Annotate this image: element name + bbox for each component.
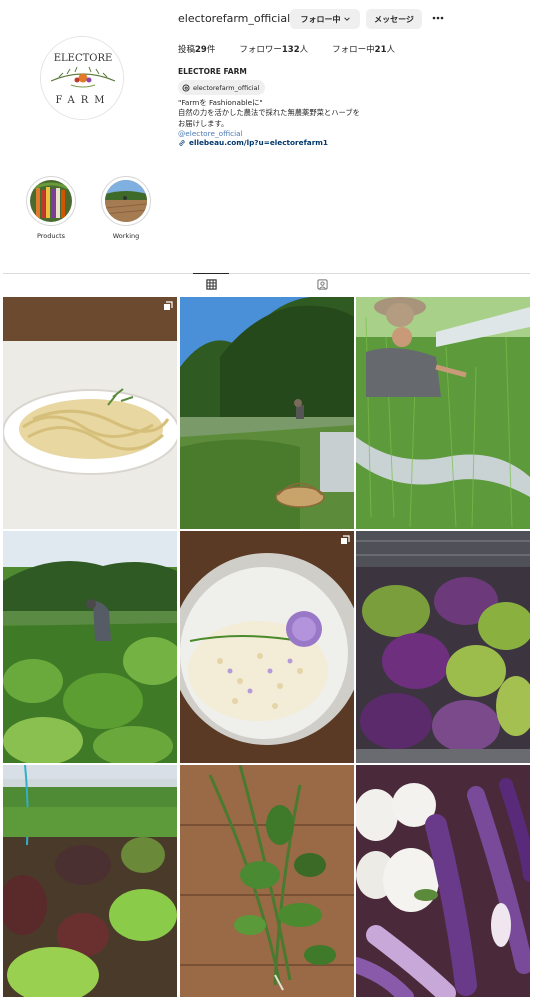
- tab-posts[interactable]: [193, 273, 229, 295]
- post-tile[interactable]: [179, 297, 354, 529]
- post-tile[interactable]: [356, 531, 530, 763]
- followers-count: 132: [281, 45, 300, 55]
- profile-stats: 投稿29件 フォロワー132人 フォロー中21人: [178, 43, 395, 55]
- highlight-cover: [105, 180, 147, 222]
- tab-tagged[interactable]: [304, 273, 340, 295]
- highlight-cover: [30, 180, 72, 222]
- highlight-working[interactable]: Working: [101, 176, 151, 240]
- threads-badge[interactable]: electorefarm_official: [178, 80, 266, 95]
- posts-grid: [3, 297, 530, 997]
- profile-avatar[interactable]: ELECTORE FARM: [40, 36, 124, 120]
- more-options-icon[interactable]: [430, 10, 446, 26]
- followers-stat[interactable]: フォロワー132人: [239, 43, 308, 55]
- multi-image-icon: [164, 301, 173, 310]
- highlight-products[interactable]: Products: [26, 176, 76, 240]
- post-image-harvesting: [356, 297, 530, 529]
- post-tile[interactable]: [3, 297, 177, 529]
- highlight-ring: [101, 176, 151, 226]
- message-button[interactable]: メッセージ: [366, 9, 422, 29]
- posts-stat: 投稿29件: [178, 43, 215, 55]
- bio-line: 自然の力を活かした農法で採れた無農薬野菜とハーブを: [178, 108, 360, 118]
- post-image-lettuce: [3, 765, 177, 997]
- highlight-label: Working: [112, 232, 140, 240]
- post-image-herbs: [179, 765, 354, 997]
- bio-line: お届けします。: [178, 118, 229, 128]
- post-image-eggplants: [356, 765, 530, 997]
- highlight-ring: [26, 176, 76, 226]
- post-image-pasta: [3, 297, 177, 529]
- posts-count: 29: [195, 45, 207, 55]
- post-image-kale: [356, 531, 530, 763]
- highlight-label: Products: [36, 232, 66, 240]
- external-link[interactable]: ellebeau.com/lp?u=electorefarm1: [178, 138, 328, 147]
- following-label: フォロー中: [332, 45, 375, 55]
- post-image-zucchini-field: [3, 531, 177, 763]
- message-button-label: メッセージ: [374, 14, 414, 24]
- threads-icon: [182, 84, 190, 91]
- farm-logo: ELECTORE FARM: [41, 37, 123, 119]
- profile-full-name: ELECTORE FARM: [178, 67, 247, 76]
- post-image-risotto: [179, 531, 354, 763]
- followers-label: フォロワー: [239, 45, 282, 55]
- avatar-logo-top-text: ELECTORE: [54, 53, 113, 64]
- multi-image-icon: [340, 535, 350, 544]
- avatar-logo-bottom-text: FARM: [55, 95, 110, 106]
- external-link-text: ellebeau.com/lp?u=electorefarm1: [189, 138, 328, 147]
- following-button[interactable]: フォロー中: [290, 9, 360, 29]
- post-tile[interactable]: [3, 531, 177, 763]
- chevron-down-icon: [343, 17, 350, 21]
- following-count: 21: [374, 45, 387, 55]
- posts-unit: 件: [206, 45, 216, 55]
- bio-line: "Farmを Fashionableに": [178, 98, 263, 107]
- post-image-field-worker: [179, 297, 354, 529]
- grid-icon: [205, 279, 217, 290]
- profile-username: electorefarm_official: [178, 12, 291, 25]
- profile-bio: "Farmを Fashionableに" 自然の力を活かした農法で採れた無農薬野…: [178, 98, 408, 139]
- post-tile[interactable]: [179, 531, 354, 763]
- threads-handle: electorefarm_official: [193, 83, 260, 92]
- following-unit: 人: [386, 45, 396, 55]
- following-stat[interactable]: フォロー中21人: [332, 43, 395, 55]
- profile-tab-bar: [3, 273, 530, 295]
- following-button-label: フォロー中: [300, 14, 341, 24]
- post-tile[interactable]: [179, 765, 354, 997]
- post-tile[interactable]: [356, 297, 530, 529]
- posts-label: 投稿: [178, 45, 196, 55]
- post-tile[interactable]: [356, 765, 530, 997]
- link-icon: [179, 139, 185, 146]
- followers-unit: 人: [299, 45, 309, 55]
- post-tile[interactable]: [3, 765, 177, 997]
- tagged-person-icon: [316, 278, 328, 290]
